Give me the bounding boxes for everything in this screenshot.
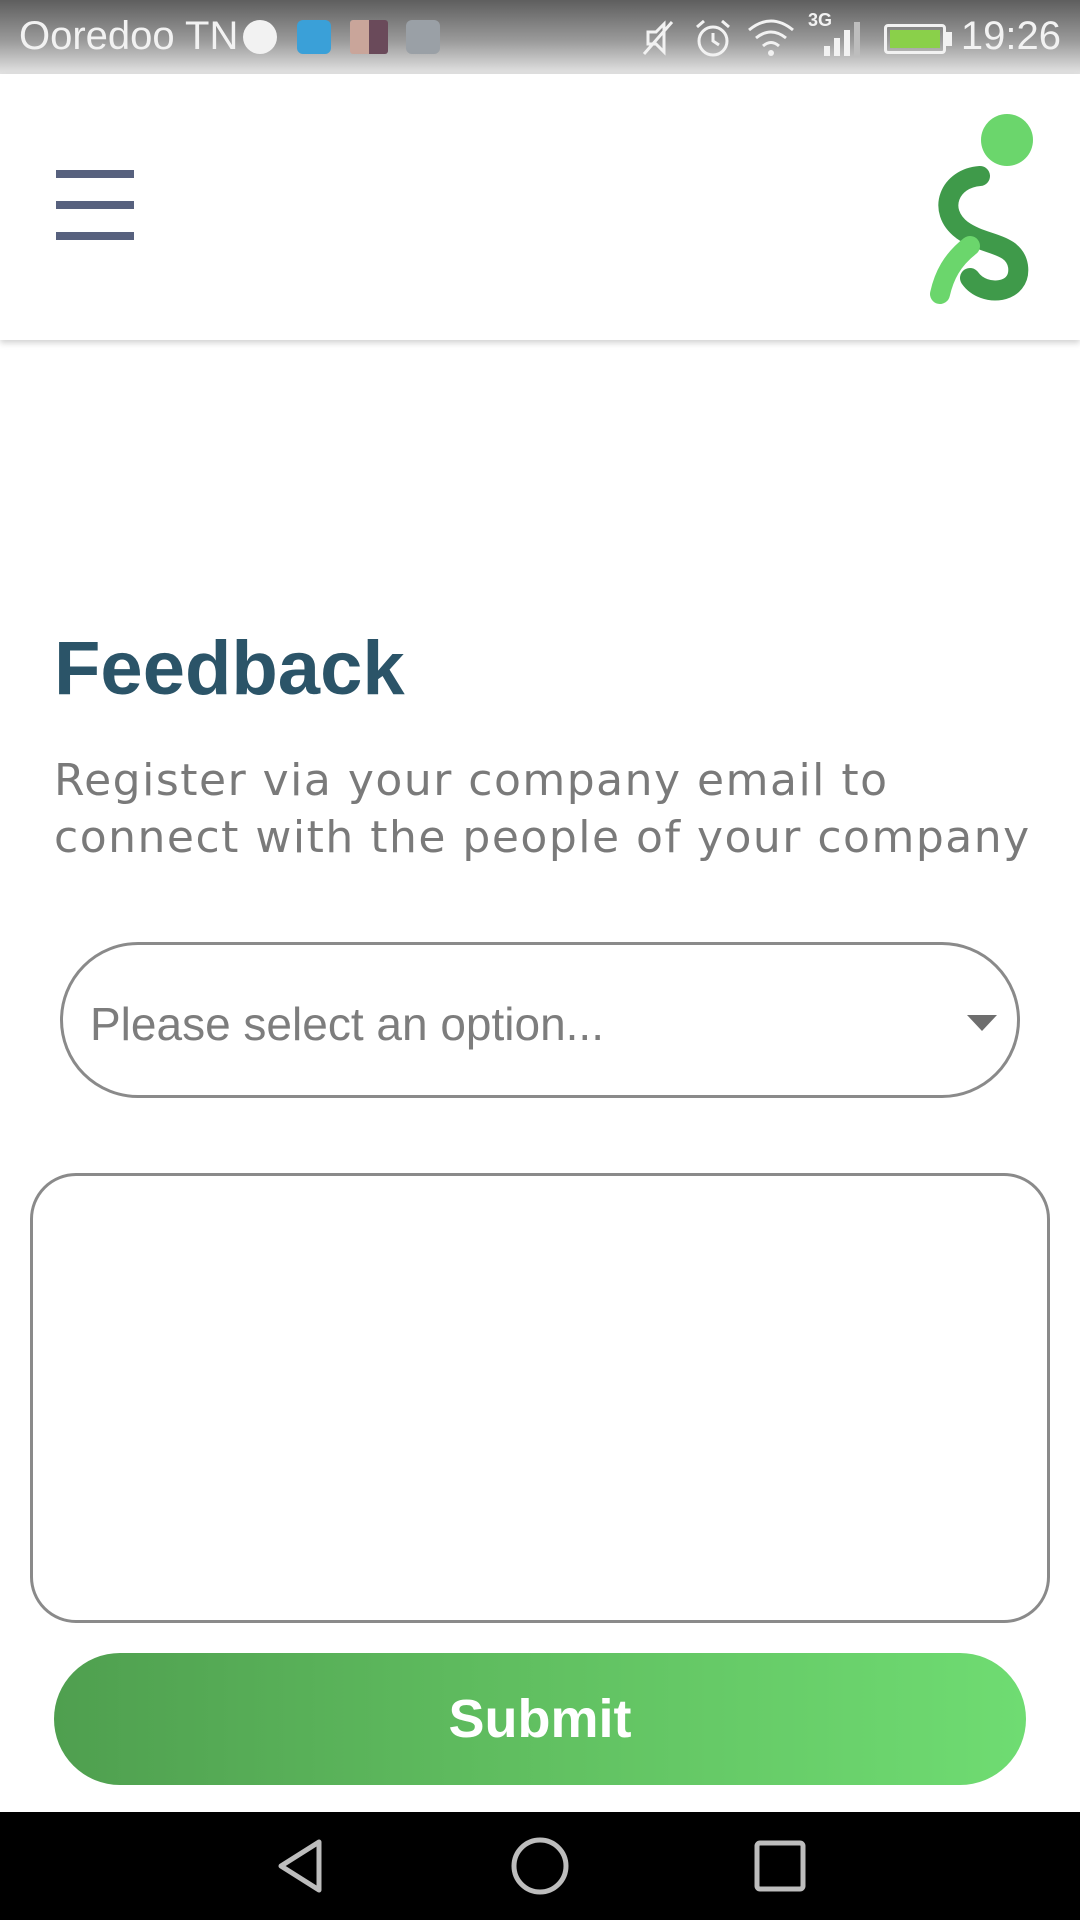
carrier-name: Ooredoo TN xyxy=(19,14,239,58)
clock: 19:26 xyxy=(960,14,1061,58)
app-screen: Ooredoo TN 3G 19:26 Feedback Register vi… xyxy=(0,0,1080,1920)
recents-icon[interactable] xyxy=(748,1834,812,1898)
signal-icon xyxy=(824,22,860,56)
app-header xyxy=(0,74,1080,340)
feedback-type-select[interactable]: Please select an option... xyxy=(60,942,1020,1098)
app-notification-icon xyxy=(243,20,277,54)
page-title: Feedback xyxy=(54,626,405,711)
chevron-down-icon xyxy=(967,1015,997,1031)
alarm-icon xyxy=(696,19,730,57)
mute-icon xyxy=(642,20,674,56)
photo-notification-icon xyxy=(350,20,388,54)
wifi-icon xyxy=(748,19,794,56)
home-icon[interactable] xyxy=(508,1834,572,1898)
back-icon[interactable] xyxy=(269,1834,333,1898)
system-nav-bar xyxy=(0,1812,1080,1920)
feedback-message-input[interactable] xyxy=(30,1173,1050,1623)
gallery-icon xyxy=(406,20,440,54)
status-bar: Ooredoo TN 3G 19:26 xyxy=(0,0,1080,74)
page-subtitle: Register via your company email to conne… xyxy=(54,755,1031,863)
battery-cap xyxy=(946,32,952,46)
select-placeholder: Please select an option... xyxy=(90,998,604,1050)
app-logo xyxy=(930,114,1033,304)
battery-charging-icon xyxy=(884,24,946,54)
submit-button[interactable]: Submit xyxy=(54,1653,1026,1785)
hamburger-menu-icon[interactable] xyxy=(56,170,134,240)
usb-icon xyxy=(297,20,331,54)
